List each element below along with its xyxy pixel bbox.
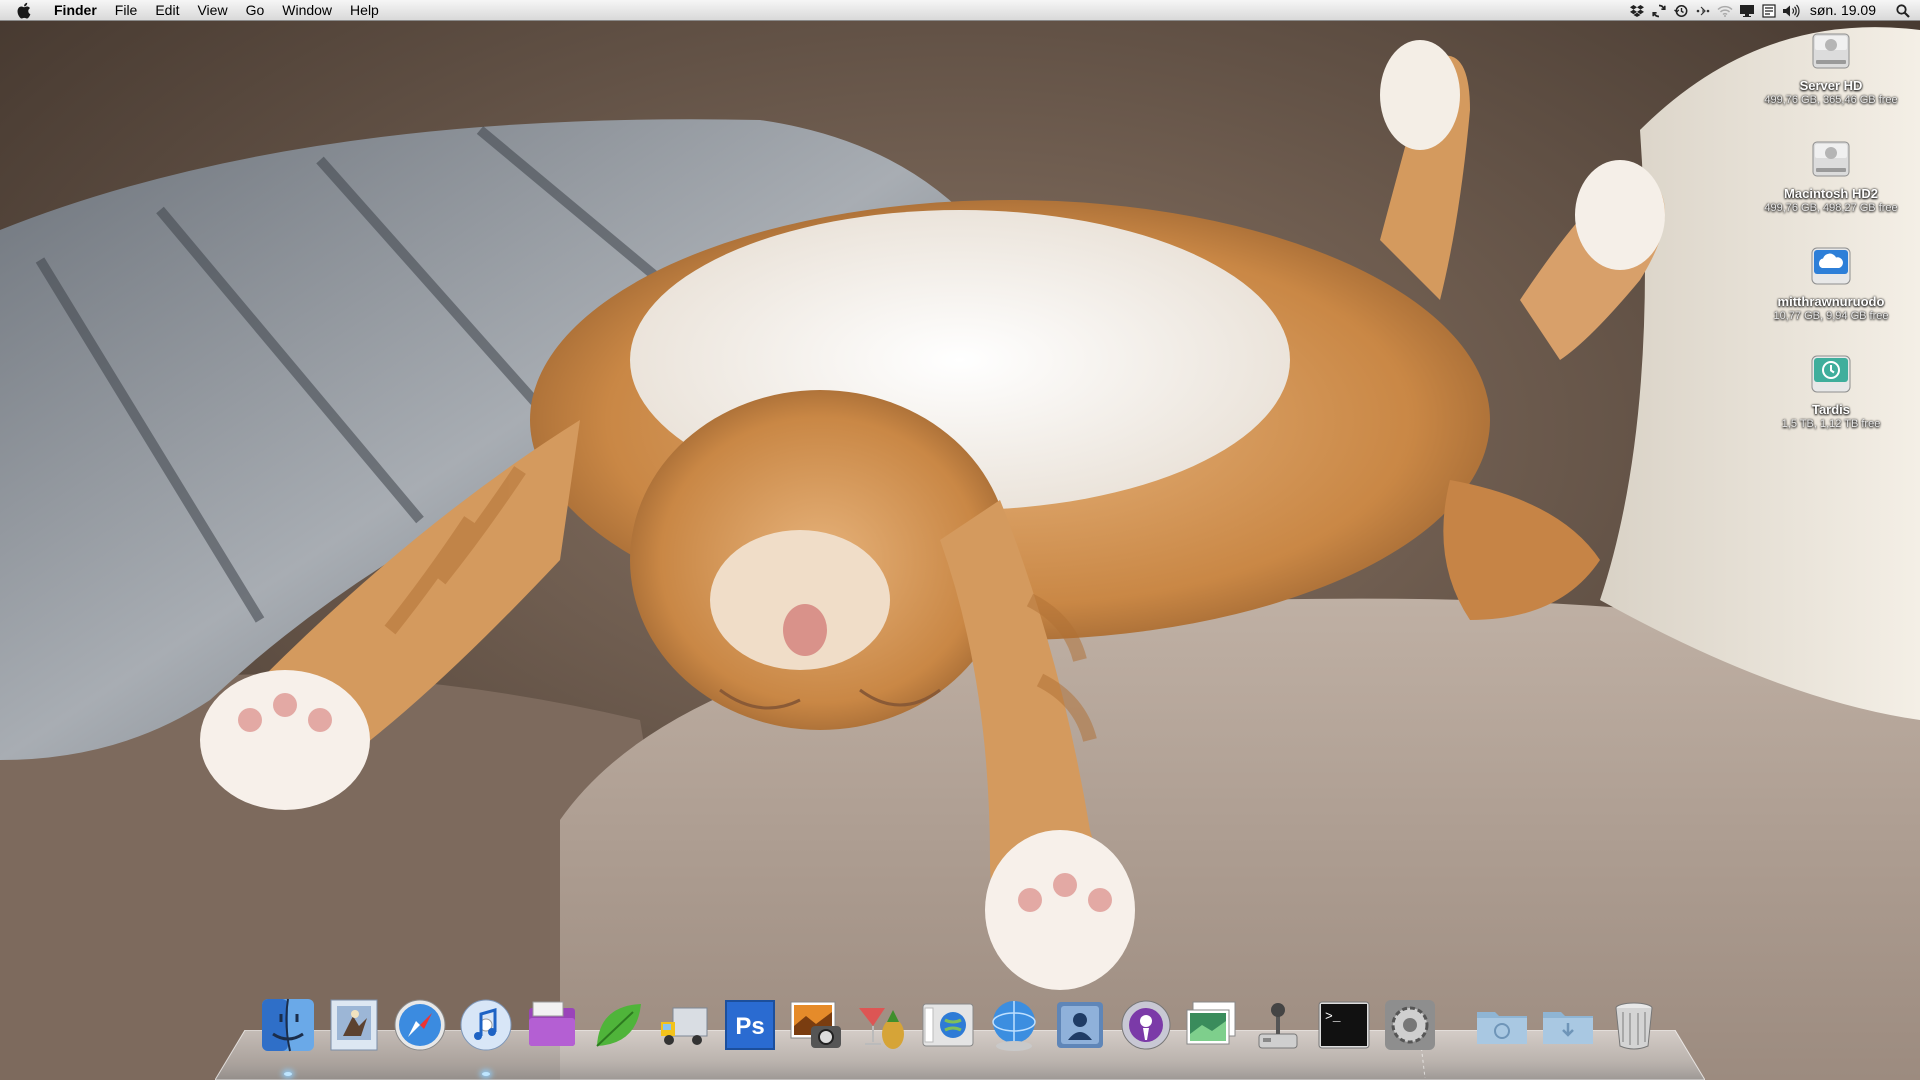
safari-icon[interactable] [387, 992, 453, 1058]
photoshop-label: Ps [735, 1013, 764, 1040]
drive-info: 10,77 GB, 9,94 GB free [1773, 310, 1889, 322]
dropbox-icon[interactable] [1626, 0, 1648, 21]
applications-folder-icon[interactable] [1469, 992, 1535, 1058]
network-globe-icon[interactable] [981, 992, 1047, 1058]
directory-utility-icon[interactable] [1047, 992, 1113, 1058]
time-machine-icon[interactable] [1670, 0, 1692, 21]
sync-icon[interactable] [1648, 0, 1670, 21]
itunes-icon[interactable] [453, 992, 519, 1058]
leaf-app-icon[interactable] [585, 992, 651, 1058]
downloads-folder-icon[interactable] [1535, 992, 1601, 1058]
menu-view[interactable]: View [188, 0, 236, 21]
joystick-icon[interactable] [1245, 992, 1311, 1058]
image-viewer-icon[interactable] [1179, 992, 1245, 1058]
spotlight-search-icon[interactable] [1886, 0, 1920, 21]
menu-file[interactable]: File [106, 0, 147, 21]
desktop-drive-tardis[interactable]: Tardis 1,5 TB, 1,12 TB free [1756, 348, 1906, 430]
menu-clock[interactable]: søn. 19.09 [1802, 0, 1886, 21]
system-preferences-icon[interactable] [1377, 992, 1443, 1058]
desktop-drive-mitthrawnuruodo[interactable]: mitthrawnuruodo 10,77 GB, 9,94 GB free [1756, 240, 1906, 322]
menu-window[interactable]: Window [273, 0, 341, 21]
dock: Ps >_ [255, 992, 1667, 1062]
desktop-drive-macintosh-hd2[interactable]: Macintosh HD2 499,76 GB, 498,27 GB free [1756, 132, 1906, 214]
hard-drive-icon [1812, 141, 1850, 177]
mail-icon[interactable] [321, 992, 387, 1058]
photoshop-icon[interactable]: Ps [717, 992, 783, 1058]
menu-edit[interactable]: Edit [146, 0, 188, 21]
drive-name: mitthrawnuruodo [1777, 294, 1885, 309]
terminal-label: >_ [1325, 1009, 1341, 1024]
volume-icon[interactable] [1780, 0, 1802, 21]
time-machine-drive-icon [1811, 355, 1851, 393]
network-cloud-drive-icon [1811, 247, 1851, 285]
menu-bar: Finder File Edit View Go Window Help søn… [0, 0, 1920, 21]
finder-icon[interactable] [255, 992, 321, 1058]
cocktail-icon[interactable] [849, 992, 915, 1058]
running-indicator [482, 1072, 490, 1076]
drive-name: Server HD [1799, 78, 1863, 93]
dock-separator [1443, 992, 1469, 1062]
terminal-icon[interactable]: >_ [1311, 992, 1377, 1058]
drive-info: 499,76 GB, 498,27 GB free [1764, 202, 1898, 214]
bluetooth-icon[interactable] [1692, 0, 1714, 21]
podcast-capture-icon[interactable] [1113, 992, 1179, 1058]
drive-name: Tardis [1811, 402, 1851, 417]
drive-name: Macintosh HD2 [1784, 186, 1878, 201]
menu-app-finder[interactable]: Finder [44, 0, 106, 21]
wifi-icon[interactable] [1714, 0, 1736, 21]
desktop-wallpaper [0, 0, 1920, 1080]
running-indicator [284, 1072, 292, 1076]
menu-go[interactable]: Go [237, 0, 274, 21]
display-icon[interactable] [1736, 0, 1758, 21]
menu-help[interactable]: Help [341, 0, 388, 21]
archive-app-icon[interactable] [519, 992, 585, 1058]
trash-icon[interactable] [1601, 992, 1667, 1058]
drive-info: 499,76 GB, 365,46 GB free [1764, 94, 1898, 106]
input-menu-icon[interactable] [1758, 0, 1780, 21]
preview-globe-icon[interactable] [915, 992, 981, 1058]
transmit-truck-icon[interactable] [651, 992, 717, 1058]
iphoto-icon[interactable] [783, 992, 849, 1058]
desktop-drive-server-hd[interactable]: Server HD 499,76 GB, 365,46 GB free [1756, 24, 1906, 106]
drive-info: 1,5 TB, 1,12 TB free [1781, 418, 1881, 430]
hard-drive-icon [1812, 33, 1850, 69]
apple-icon[interactable] [16, 2, 36, 19]
